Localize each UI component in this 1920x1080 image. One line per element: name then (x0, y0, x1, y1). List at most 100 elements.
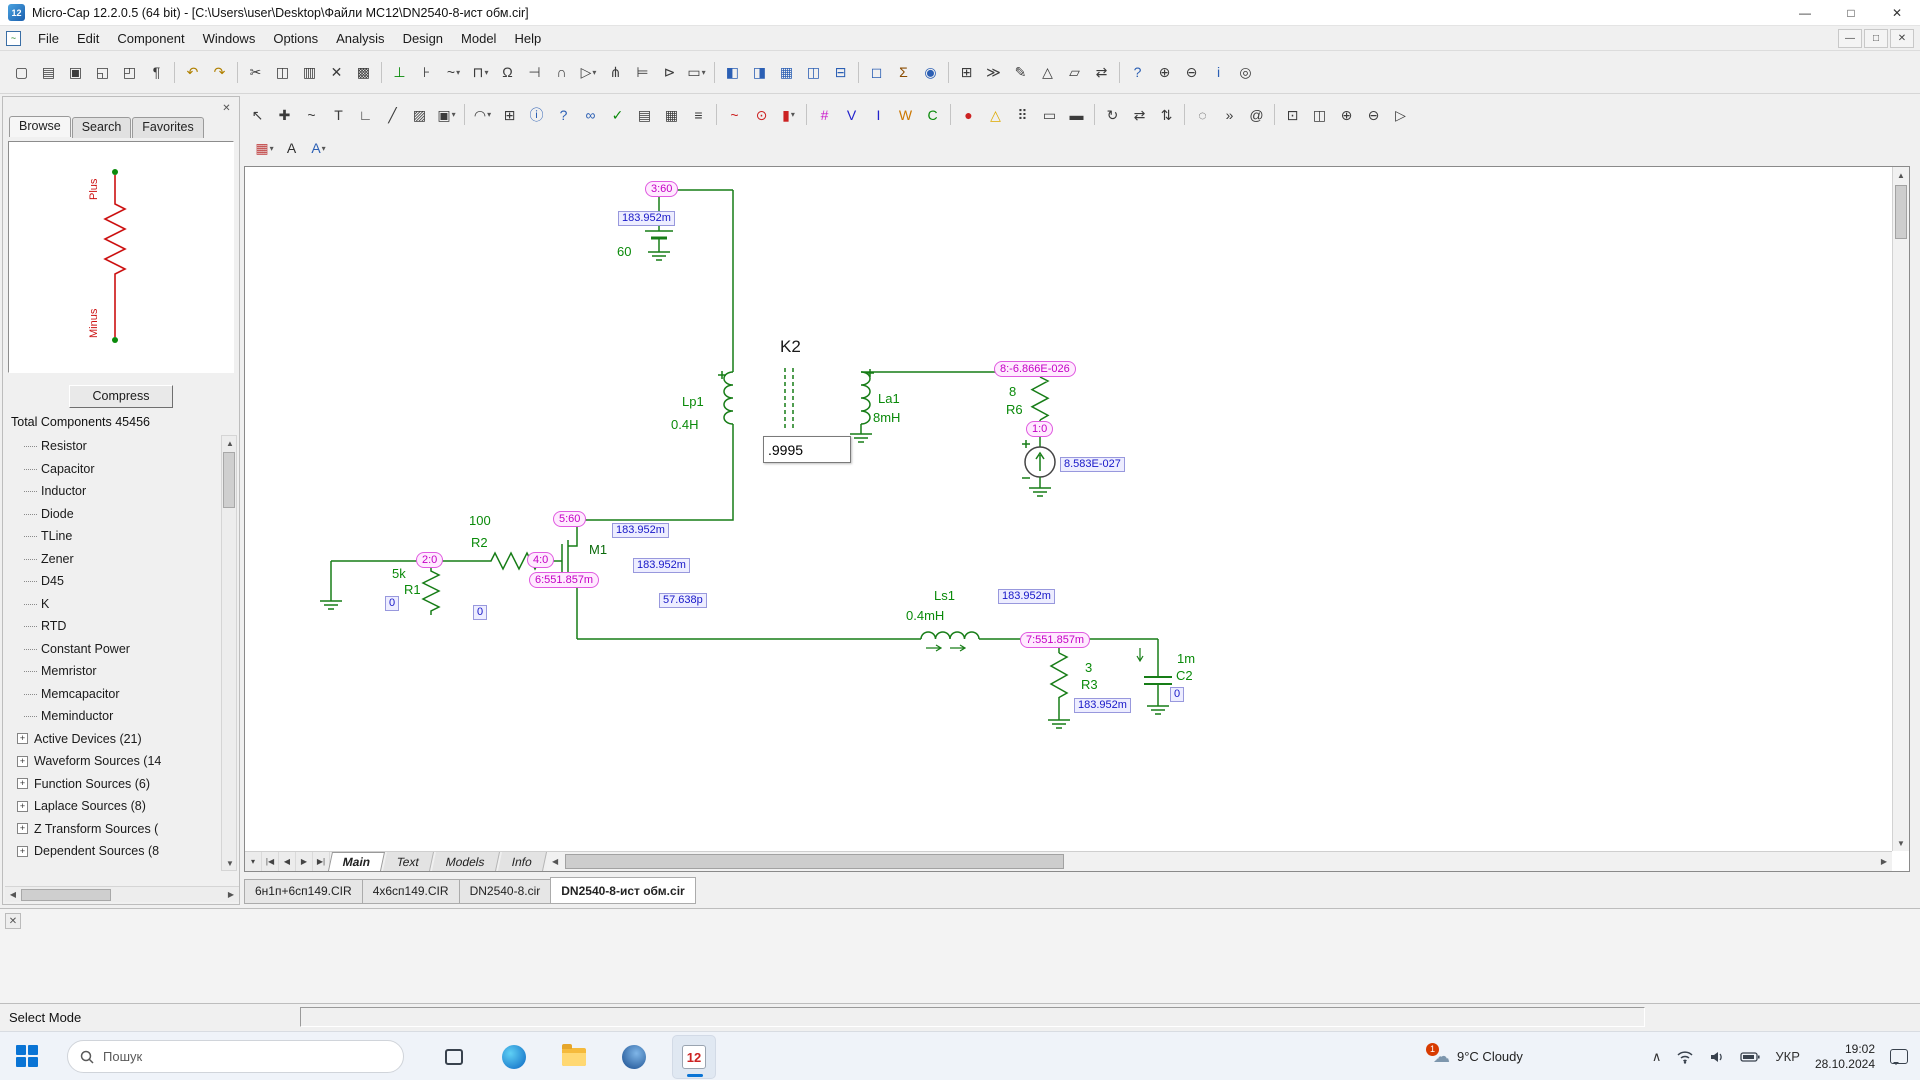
plot-window-button[interactable]: ▤ (631, 102, 658, 127)
node-label[interactable]: 1:0 (1026, 421, 1053, 437)
opamp-button[interactable]: ⊳ (656, 60, 683, 85)
font-style-button[interactable]: A▾ (305, 136, 332, 161)
maximize-button[interactable]: □ (1828, 0, 1874, 26)
tree-item-rtd[interactable]: RTD (5, 615, 219, 638)
expand-icon[interactable]: + (17, 846, 28, 857)
zoom-out-button[interactable]: ⊖ (1178, 60, 1205, 85)
menu-options[interactable]: Options (264, 28, 327, 49)
file-tab-dn2540-8-cir[interactable]: DN2540-8.cir (459, 879, 551, 904)
animate-bar-button[interactable]: ▮▾ (775, 102, 802, 127)
find-component-button[interactable]: ◌ (1189, 102, 1216, 127)
battery-button[interactable]: ⊦ (413, 60, 440, 85)
tree-item-tline[interactable]: TLine (5, 525, 219, 548)
menu-component[interactable]: Component (108, 28, 193, 49)
help-topics-button[interactable]: ? (1124, 60, 1151, 85)
file-tab-4х6сп149-cir[interactable]: 4х6сп149.CIR (362, 879, 459, 904)
cascade-windows-button[interactable]: ▦ (773, 60, 800, 85)
split-text-schematic-button[interactable]: ◫ (800, 60, 827, 85)
tree-item-constant-power[interactable]: Constant Power (5, 638, 219, 661)
task-view-button[interactable] (432, 1035, 476, 1079)
tree-horizontal-scrollbar[interactable]: ◀ ▶ (5, 886, 239, 902)
print-preview-button[interactable]: ◱ (89, 60, 116, 85)
component-label[interactable]: 100 (469, 513, 491, 528)
wire-diagonal-mode-button[interactable]: ╱ (379, 102, 406, 127)
component-label[interactable]: 1m (1177, 651, 1195, 666)
zoom-in-view-button[interactable]: ⊕ (1333, 102, 1360, 127)
menu-model[interactable]: Model (452, 28, 505, 49)
sine-source-button[interactable]: ~▾ (440, 60, 467, 85)
scroll-up-icon[interactable]: ▲ (222, 436, 238, 450)
macro-button[interactable]: ▭▾ (683, 60, 710, 85)
expand-icon[interactable]: + (17, 778, 28, 789)
expand-icon[interactable]: + (17, 733, 28, 744)
component-label[interactable]: 3 (1085, 660, 1092, 675)
tree-item-laplace-sources-8[interactable]: +Laplace Sources (8) (5, 795, 219, 818)
page-tab-info[interactable]: Info (498, 852, 547, 871)
node-label[interactable]: 8:-6.866E-026 (994, 361, 1076, 377)
tree-item-capacitor[interactable]: Capacitor (5, 458, 219, 481)
tree-item-d45[interactable]: D45 (5, 570, 219, 593)
grid-toggle-button[interactable]: ⠿ (1009, 102, 1036, 127)
graphics-mode-button[interactable]: ◠▾ (469, 102, 496, 127)
help-mode-button[interactable]: ? (550, 102, 577, 127)
value-label[interactable]: 0 (385, 596, 399, 611)
component-label[interactable]: R1 (404, 582, 421, 597)
probe-mode-button[interactable]: ~ (298, 102, 325, 127)
tile-horizontal-button[interactable]: ◨ (746, 60, 773, 85)
ground-button[interactable]: ⊥ (386, 60, 413, 85)
mdi-close-button[interactable]: ✕ (1890, 29, 1914, 48)
value-label[interactable]: 183.952m (998, 589, 1055, 604)
page-nav-button[interactable]: ▾ (245, 852, 262, 871)
node-label[interactable]: 7:551.857m (1020, 632, 1090, 648)
coupling-edit-field[interactable] (763, 436, 851, 463)
microcap-app-button[interactable]: 12 (672, 1035, 716, 1079)
page-nav-button[interactable]: ▶ (296, 852, 313, 871)
mode-help-button[interactable]: i (1205, 60, 1232, 85)
page-tab-text[interactable]: Text (383, 852, 434, 871)
pan-mode-button[interactable]: ✚ (271, 102, 298, 127)
page-tab-main[interactable]: Main (328, 852, 385, 871)
tree-item-k[interactable]: K (5, 593, 219, 616)
edge-browser-button[interactable] (492, 1035, 536, 1079)
command-shell-button[interactable]: ≫ (980, 60, 1007, 85)
component-label[interactable]: 0.4mH (906, 608, 944, 623)
file-tab-dn2540-8-ист-обм-cir[interactable]: DN2540-8-ист обм.cir (550, 877, 695, 904)
web-browser-button[interactable]: ◉ (917, 60, 944, 85)
flag-mode-button[interactable]: ✓ (604, 102, 631, 127)
scroll-up-icon[interactable]: ▲ (1893, 168, 1909, 182)
tree-item-inductor[interactable]: Inductor (5, 480, 219, 503)
page-nav-button[interactable]: |◀ (262, 852, 279, 871)
panel-tab-search[interactable]: Search (72, 117, 132, 138)
file-tab-6н1п-6сп149-cir[interactable]: 6н1п+6сп149.CIR (244, 879, 362, 904)
rotate-object-button[interactable]: ↻ (1099, 102, 1126, 127)
repeat-find-button[interactable]: » (1216, 102, 1243, 127)
wifi-icon[interactable] (1676, 1050, 1694, 1064)
font-color-button[interactable]: A (278, 136, 305, 161)
file-explorer-button[interactable] (552, 1035, 596, 1079)
hscroll-track[interactable] (563, 852, 1876, 871)
component-label[interactable]: 8mH (873, 410, 900, 425)
tree-hscroll-thumb[interactable] (21, 889, 111, 901)
tree-item-meminductor[interactable]: Meminductor (5, 705, 219, 728)
battery-icon[interactable] (1740, 1051, 1760, 1063)
component-select-button[interactable]: ▣▾ (433, 102, 460, 127)
tree-item-zener[interactable]: Zener (5, 548, 219, 571)
select-mode-button[interactable]: ↖ (244, 102, 271, 127)
scroll-left-icon[interactable]: ◀ (5, 888, 21, 902)
diode-button[interactable]: ▷▾ (575, 60, 602, 85)
volume-icon[interactable] (1709, 1050, 1725, 1064)
undo-button[interactable]: ↶ (179, 60, 206, 85)
power-values-button[interactable]: W (892, 102, 919, 127)
language-indicator[interactable]: УКР (1775, 1049, 1800, 1064)
scroll-down-icon[interactable]: ▼ (1893, 836, 1909, 850)
branch-currents-button[interactable]: I (865, 102, 892, 127)
component-label[interactable]: 8 (1009, 384, 1016, 399)
node-label[interactable]: 4:0 (527, 552, 554, 568)
print-button[interactable]: ¶ (143, 60, 170, 85)
mdi-minimize-button[interactable]: — (1838, 29, 1862, 48)
hidden-icons-chevron[interactable]: ∧ (1652, 1049, 1662, 1065)
tree-item-function-sources-6[interactable]: +Function Sources (6) (5, 773, 219, 796)
tree-item-resistor[interactable]: Resistor (5, 435, 219, 458)
value-label[interactable]: 183.952m (612, 523, 669, 538)
node-label[interactable]: 3:60 (645, 181, 678, 197)
